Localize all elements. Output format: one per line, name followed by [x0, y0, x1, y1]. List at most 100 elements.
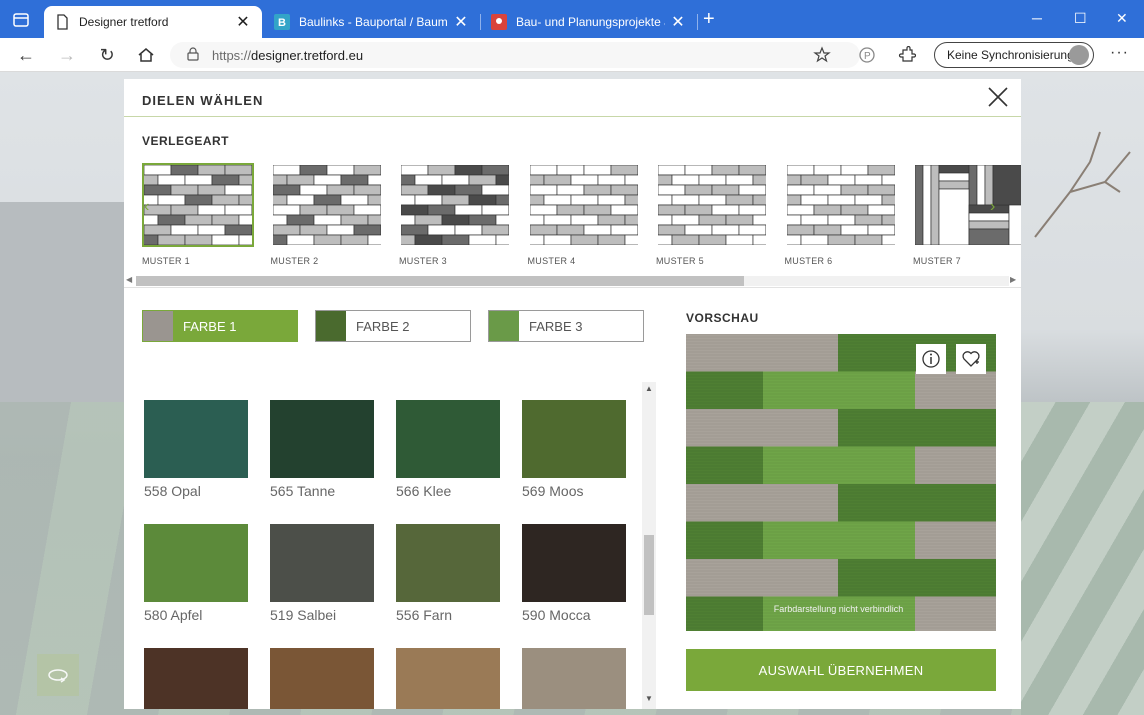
swatch-scrollbar[interactable]: ▲ ▼ — [642, 382, 656, 709]
color-swatch[interactable] — [144, 648, 248, 709]
more-menu-icon[interactable]: ··· — [1110, 44, 1129, 62]
pattern-thumbnail — [913, 163, 1021, 247]
swatch-name: 558 Opal — [144, 483, 201, 499]
swatch-name: 556 Farn — [396, 607, 453, 623]
extension-p-icon[interactable]: P — [855, 44, 879, 66]
pattern-graphic — [915, 165, 1021, 245]
new-tab-icon[interactable]: + — [703, 9, 715, 29]
pattern-muster-4[interactable]: MUSTER 4 — [528, 163, 640, 268]
swatch-image — [144, 648, 248, 709]
pattern-muster-3[interactable]: MUSTER 3 — [399, 163, 511, 268]
scroll-left-icon[interactable]: ◀ — [126, 275, 132, 284]
color-swatch[interactable]: 558 Opal — [144, 400, 248, 499]
pattern-graphic — [529, 165, 638, 245]
color-swatch[interactable]: 566 Klee — [396, 400, 500, 499]
tab-separator — [697, 14, 698, 30]
swatch-image — [270, 524, 374, 602]
swatch-image — [396, 524, 500, 602]
address-bar[interactable]: https://designer.tretford.eu — [170, 42, 860, 68]
preview-disclaimer: Farbdarstellung nicht verbindlich — [773, 604, 904, 614]
forward-icon[interactable]: → — [55, 44, 79, 66]
scroll-up-icon[interactable]: ▲ — [645, 384, 653, 393]
color-swatch[interactable] — [270, 648, 374, 709]
tab-close-icon[interactable]: ✕ — [452, 12, 470, 32]
farbe-1-label: FARBE 1 — [183, 318, 237, 334]
info-button[interactable] — [916, 344, 946, 374]
pattern-scrollbar[interactable]: ◀ ▶ — [124, 274, 1021, 288]
tab-close-icon[interactable]: ✕ — [669, 12, 687, 32]
favorite-button[interactable] — [956, 344, 986, 374]
color-swatch[interactable]: 567 Pazifik — [144, 374, 248, 376]
modal-title: DIELEN WÄHLEN — [142, 93, 264, 108]
pattern-muster-6[interactable]: MUSTER 6 — [785, 163, 897, 268]
tab-title: Designer tretford — [79, 15, 169, 29]
apply-selection-button[interactable]: AUSWAHL ÜBERNEHMEN — [686, 649, 996, 691]
floor-background-right — [1021, 402, 1144, 715]
color-swatch[interactable]: 516 Kornblume — [396, 374, 500, 376]
swatch-name: 580 Apfel — [144, 607, 203, 623]
avatar — [1069, 45, 1089, 65]
window-close-icon[interactable]: ✕ — [1116, 10, 1128, 27]
scroll-right-icon[interactable]: ▶ — [1010, 275, 1016, 284]
color-swatch[interactable] — [522, 648, 626, 709]
branch-decoration-icon — [1034, 131, 1131, 238]
color-swatch[interactable]: 590 Mocca — [522, 524, 626, 623]
color-swatch[interactable]: 514 Jeans — [270, 374, 374, 376]
farbe-3-swatch — [489, 311, 519, 341]
pattern-graphic — [144, 165, 252, 245]
farbe-2-label: FARBE 2 — [356, 318, 410, 334]
scroll-thumb[interactable] — [136, 276, 744, 286]
color-swatch[interactable]: 569 Moos — [522, 400, 626, 499]
pattern-muster-2[interactable]: MUSTER 2 — [271, 163, 383, 268]
color-swatch[interactable]: 519 Salbei — [270, 524, 374, 623]
pattern-muster-1[interactable]: MUSTER 1 — [142, 163, 254, 268]
minimize-icon[interactable]: ─ — [1032, 10, 1042, 26]
tab-baulinks[interactable]: B Baulinks - Bauportal / Baumagaz ✕ — [264, 6, 480, 38]
pattern-next-icon[interactable]: › — [990, 198, 995, 216]
sync-label: Keine Synchronisierung — [947, 48, 1074, 62]
pattern-label: MUSTER 3 — [399, 256, 447, 266]
tab-designer-tretford[interactable]: Designer tretford ✕ — [44, 6, 262, 38]
tab-title: Bau- und Planungsprojekte auf I — [516, 15, 665, 29]
swatch-name: 514 Jeans — [270, 374, 374, 376]
pattern-label: MUSTER 7 — [913, 256, 961, 266]
tab-bauprojekte[interactable]: Bau- und Planungsprojekte auf I ✕ — [481, 6, 697, 38]
pattern-thumbnail — [271, 163, 383, 247]
maximize-icon[interactable]: ☐ — [1074, 10, 1087, 27]
pattern-muster-5[interactable]: MUSTER 5 — [656, 163, 768, 268]
color-swatch[interactable] — [396, 648, 500, 709]
scroll-down-icon[interactable]: ▼ — [645, 694, 653, 703]
tab-close-icon[interactable]: ✕ — [234, 12, 252, 32]
color-swatch[interactable]: 556 Farn — [396, 524, 500, 623]
sync-button[interactable]: Keine Synchronisierung — [934, 42, 1094, 68]
pattern-prev-icon[interactable]: ‹ — [144, 198, 149, 216]
swatch-name: 565 Tanne — [270, 483, 336, 499]
preview-panel: Farbdarstellung nicht verbindlich — [686, 334, 996, 631]
color-swatch[interactable]: 565 Tanne — [270, 400, 374, 499]
color-swatch[interactable]: 580 Apfel — [144, 524, 248, 623]
swatch-image — [144, 400, 248, 478]
color-swatch[interactable]: 517 Riviera — [522, 374, 626, 376]
modal-close-button[interactable] — [986, 85, 1010, 109]
pattern-label: MUSTER 5 — [656, 256, 704, 266]
lock-icon[interactable] — [186, 47, 200, 61]
back-icon[interactable]: ← — [14, 44, 38, 66]
rotate-view-button[interactable] — [37, 654, 79, 696]
pattern-muster-7[interactable]: MUSTER 7 — [913, 163, 1021, 268]
pattern-thumbnail — [142, 163, 254, 247]
farbe-2-swatch — [316, 311, 346, 341]
tab-actions-icon[interactable] — [10, 10, 32, 30]
swatch-name: 569 Moos — [522, 483, 584, 499]
pattern-thumbnail — [528, 163, 640, 247]
home-icon[interactable] — [134, 44, 158, 66]
scroll-thumb[interactable] — [644, 535, 654, 615]
farbe-3-button[interactable]: FARBE 3 — [488, 310, 644, 342]
preview-floor-image — [686, 334, 996, 631]
farbe-1-button[interactable]: FARBE 1 — [142, 310, 298, 342]
refresh-icon[interactable]: ↻ — [95, 44, 119, 66]
pattern-label: MUSTER 1 — [142, 256, 190, 266]
farbe-2-button[interactable]: FARBE 2 — [315, 310, 471, 342]
extensions-icon[interactable] — [895, 44, 919, 66]
swatch-name: 516 Kornblume — [396, 374, 500, 376]
favorites-add-icon[interactable] — [810, 44, 834, 66]
